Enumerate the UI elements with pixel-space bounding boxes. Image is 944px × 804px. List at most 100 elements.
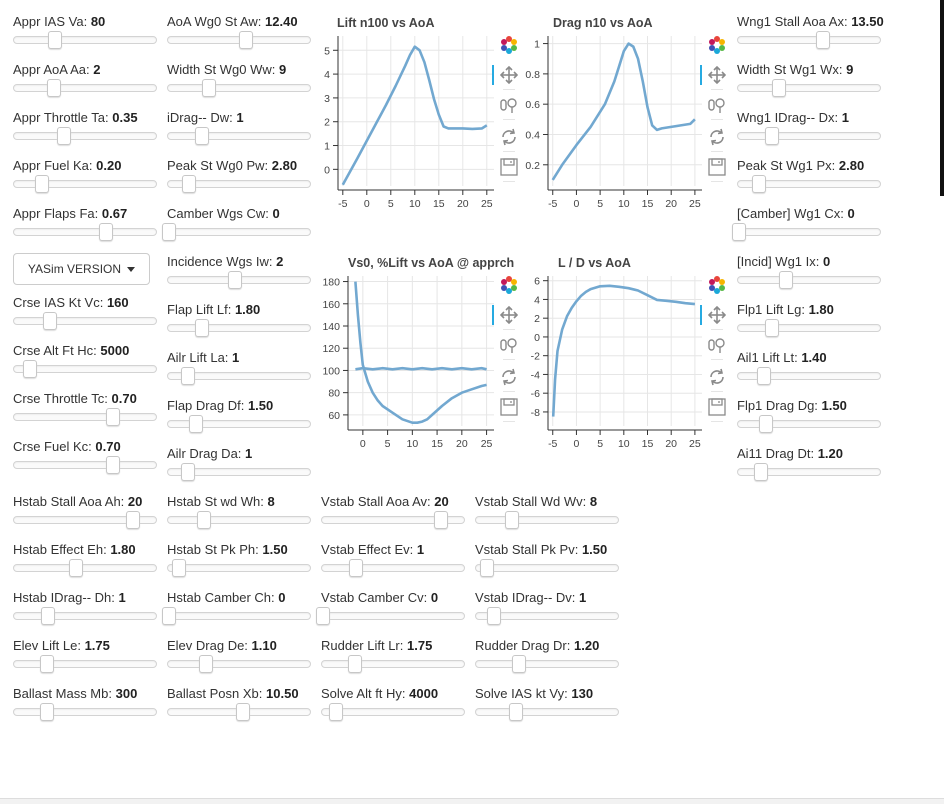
pan-icon[interactable] (700, 302, 730, 328)
slider-handle[interactable] (759, 415, 774, 433)
slider-handle[interactable] (196, 511, 211, 529)
slider-handle[interactable] (316, 607, 331, 625)
slider-handle[interactable] (39, 655, 54, 673)
slider-track[interactable] (162, 223, 311, 241)
wheel-zoom-icon[interactable] (704, 92, 730, 118)
slider-track[interactable] (321, 559, 465, 577)
save-icon[interactable] (704, 154, 730, 180)
slider-track[interactable] (167, 271, 311, 289)
reset-icon[interactable] (704, 364, 730, 390)
slider-track[interactable] (475, 703, 619, 721)
slider-track[interactable] (737, 367, 881, 385)
slider-handle[interactable] (239, 31, 254, 49)
slider-handle[interactable] (504, 511, 519, 529)
slider-track[interactable] (475, 607, 619, 625)
wheel-zoom-icon[interactable] (704, 332, 730, 358)
slider-handle[interactable] (347, 655, 362, 673)
slider-track[interactable] (13, 607, 157, 625)
slider-handle[interactable] (511, 655, 526, 673)
slider-track[interactable] (13, 223, 157, 241)
slider-handle[interactable] (42, 312, 57, 330)
slider-track[interactable] (737, 31, 881, 49)
slider-track[interactable] (167, 127, 311, 145)
pan-icon[interactable] (492, 62, 522, 88)
slider-track[interactable] (162, 607, 311, 625)
slider-track[interactable] (737, 319, 881, 337)
slider-track[interactable] (167, 655, 311, 673)
slider-handle[interactable] (106, 456, 121, 474)
slider-handle[interactable] (48, 31, 63, 49)
reset-icon[interactable] (704, 124, 730, 150)
slider-track[interactable] (321, 655, 465, 673)
slider-track[interactable] (737, 127, 881, 145)
slider-handle[interactable] (126, 511, 141, 529)
slider-track[interactable] (737, 79, 881, 97)
slider-track[interactable] (737, 271, 881, 289)
slider-track[interactable] (167, 511, 311, 529)
slider-handle[interactable] (39, 703, 54, 721)
slider-handle[interactable] (329, 703, 344, 721)
slider-track[interactable] (13, 31, 157, 49)
slider-track[interactable] (13, 175, 157, 193)
slider-handle[interactable] (22, 360, 37, 378)
slider-handle[interactable] (99, 223, 114, 241)
pan-icon[interactable] (492, 302, 522, 328)
slider-track[interactable] (167, 703, 311, 721)
slider-track[interactable] (167, 463, 311, 481)
slider-track[interactable] (475, 511, 619, 529)
slider-track[interactable] (321, 511, 465, 529)
slider-track[interactable] (13, 127, 157, 145)
save-icon[interactable] (704, 394, 730, 420)
slider-track[interactable] (13, 655, 157, 673)
slider-handle[interactable] (508, 703, 523, 721)
slider-handle[interactable] (756, 367, 771, 385)
save-icon[interactable] (496, 394, 522, 420)
slider-handle[interactable] (765, 319, 780, 337)
yasim-version-dropdown[interactable]: YASim VERSION (13, 253, 150, 285)
save-icon[interactable] (496, 154, 522, 180)
slider-track[interactable] (316, 607, 465, 625)
slider-handle[interactable] (487, 607, 502, 625)
wheel-zoom-icon[interactable] (496, 92, 522, 118)
slider-track[interactable] (167, 175, 311, 193)
slider-handle[interactable] (180, 463, 195, 481)
slider-handle[interactable] (753, 463, 768, 481)
slider-handle[interactable] (349, 559, 364, 577)
slider-handle[interactable] (772, 79, 787, 97)
reset-icon[interactable] (496, 124, 522, 150)
slider-track[interactable] (475, 559, 619, 577)
slider-handle[interactable] (752, 175, 767, 193)
slider-track[interactable] (167, 319, 311, 337)
slider-handle[interactable] (106, 408, 121, 426)
wheel-zoom-icon[interactable] (496, 332, 522, 358)
slider-track[interactable] (475, 655, 619, 673)
bottom-scrollbar[interactable] (0, 798, 944, 804)
slider-handle[interactable] (199, 655, 214, 673)
slider-handle[interactable] (172, 559, 187, 577)
slider-handle[interactable] (732, 223, 747, 241)
slider-handle[interactable] (182, 175, 197, 193)
slider-track[interactable] (13, 79, 157, 97)
slider-track[interactable] (13, 456, 157, 474)
slider-track[interactable] (13, 703, 157, 721)
slider-track[interactable] (167, 31, 311, 49)
slider-handle[interactable] (236, 703, 251, 721)
slider-handle[interactable] (195, 319, 210, 337)
slider-track[interactable] (13, 511, 157, 529)
slider-handle[interactable] (162, 223, 177, 241)
slider-handle[interactable] (35, 175, 50, 193)
slider-track[interactable] (167, 415, 311, 433)
slider-handle[interactable] (46, 79, 61, 97)
reset-icon[interactable] (496, 364, 522, 390)
slider-track[interactable] (167, 559, 311, 577)
slider-track[interactable] (732, 223, 881, 241)
slider-handle[interactable] (195, 127, 210, 145)
slider-handle[interactable] (56, 127, 71, 145)
slider-handle[interactable] (189, 415, 204, 433)
slider-track[interactable] (167, 79, 311, 97)
pan-icon[interactable] (700, 62, 730, 88)
slider-handle[interactable] (480, 559, 495, 577)
slider-handle[interactable] (69, 559, 84, 577)
slider-track[interactable] (13, 559, 157, 577)
slider-track[interactable] (13, 360, 157, 378)
